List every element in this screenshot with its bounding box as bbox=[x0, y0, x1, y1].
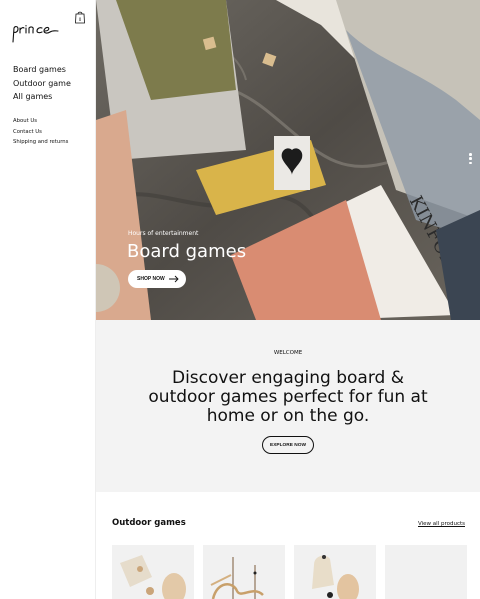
nav-item-board-games[interactable]: Board games bbox=[13, 63, 71, 77]
welcome-title: Discover engaging board & outdoor games … bbox=[148, 368, 428, 426]
product-card[interactable] bbox=[294, 545, 376, 599]
welcome-section: WELCOME Discover engaging board & outdoo… bbox=[96, 320, 480, 492]
products-section: Outdoor games View all products bbox=[96, 492, 480, 599]
explore-now-button[interactable]: EXPLORE NOW bbox=[262, 436, 314, 454]
welcome-eyebrow: WELCOME bbox=[273, 350, 303, 356]
logo[interactable] bbox=[12, 22, 60, 44]
nav-item-shipping[interactable]: Shipping and returns bbox=[13, 137, 68, 148]
prince-logo-icon bbox=[12, 24, 59, 43]
product-card[interactable] bbox=[385, 545, 467, 599]
slide-dots bbox=[469, 153, 472, 165]
nav-item-outdoor-game[interactable]: Outdoor game bbox=[13, 77, 71, 91]
main-nav: Board games Outdoor game All games bbox=[13, 63, 71, 104]
nav-item-all-games[interactable]: All games bbox=[13, 90, 71, 104]
nav-item-about-us[interactable]: About Us bbox=[13, 116, 68, 127]
product-card[interactable] bbox=[203, 545, 285, 599]
product-card[interactable] bbox=[112, 545, 194, 599]
arrow-right-icon bbox=[169, 275, 179, 283]
hero-banner: KINFOLK Hours of entertainment Board gam… bbox=[96, 0, 480, 320]
svg-text:0: 0 bbox=[79, 17, 82, 22]
slide-dot[interactable] bbox=[469, 153, 472, 156]
cart-icon[interactable]: 0 bbox=[74, 10, 86, 24]
hero-title: Board games bbox=[127, 241, 247, 262]
hero-eyebrow: Hours of entertainment bbox=[128, 230, 199, 237]
secondary-nav: About Us Contact Us Shipping and returns bbox=[13, 116, 68, 148]
product-image bbox=[210, 557, 264, 599]
nav-item-contact-us[interactable]: Contact Us bbox=[13, 127, 68, 138]
shop-now-label: SHOP NOW bbox=[137, 276, 165, 282]
sidebar: 0 Board games Outdoor game All games Abo… bbox=[0, 0, 96, 599]
view-all-link[interactable]: View all products bbox=[418, 521, 465, 527]
product-image bbox=[312, 555, 359, 599]
explore-now-label: EXPLORE NOW bbox=[270, 442, 306, 448]
slide-dot[interactable] bbox=[469, 161, 472, 165]
shop-now-button[interactable]: SHOP NOW bbox=[128, 270, 186, 288]
product-image bbox=[120, 555, 186, 599]
slide-dot[interactable] bbox=[469, 157, 472, 160]
products-title: Outdoor games bbox=[112, 518, 186, 528]
